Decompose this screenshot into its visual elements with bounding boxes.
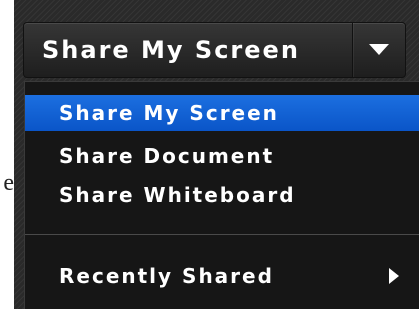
triangle-right-icon (389, 268, 399, 284)
clipped-background-text: e (3, 170, 14, 196)
menu-item-share-document[interactable]: Share Document (25, 138, 419, 174)
menu-item-share-my-screen[interactable]: Share My Screen (25, 95, 419, 131)
recently-shared-label: Recently Shared (59, 264, 274, 288)
share-split-button: Share My Screen (23, 22, 406, 78)
triangle-down-icon (369, 44, 389, 55)
page: e Share My Screen Share My Screen Share … (0, 0, 419, 309)
share-options-dropdown-toggle[interactable] (353, 23, 405, 77)
share-options-menu: Share My Screen Share Document Share Whi… (24, 81, 419, 309)
menu-divider (25, 234, 419, 235)
menu-item-share-whiteboard[interactable]: Share Whiteboard (25, 177, 419, 213)
menu-item-recently-shared[interactable]: Recently Shared (25, 256, 419, 296)
share-my-screen-button[interactable]: Share My Screen (24, 23, 353, 77)
